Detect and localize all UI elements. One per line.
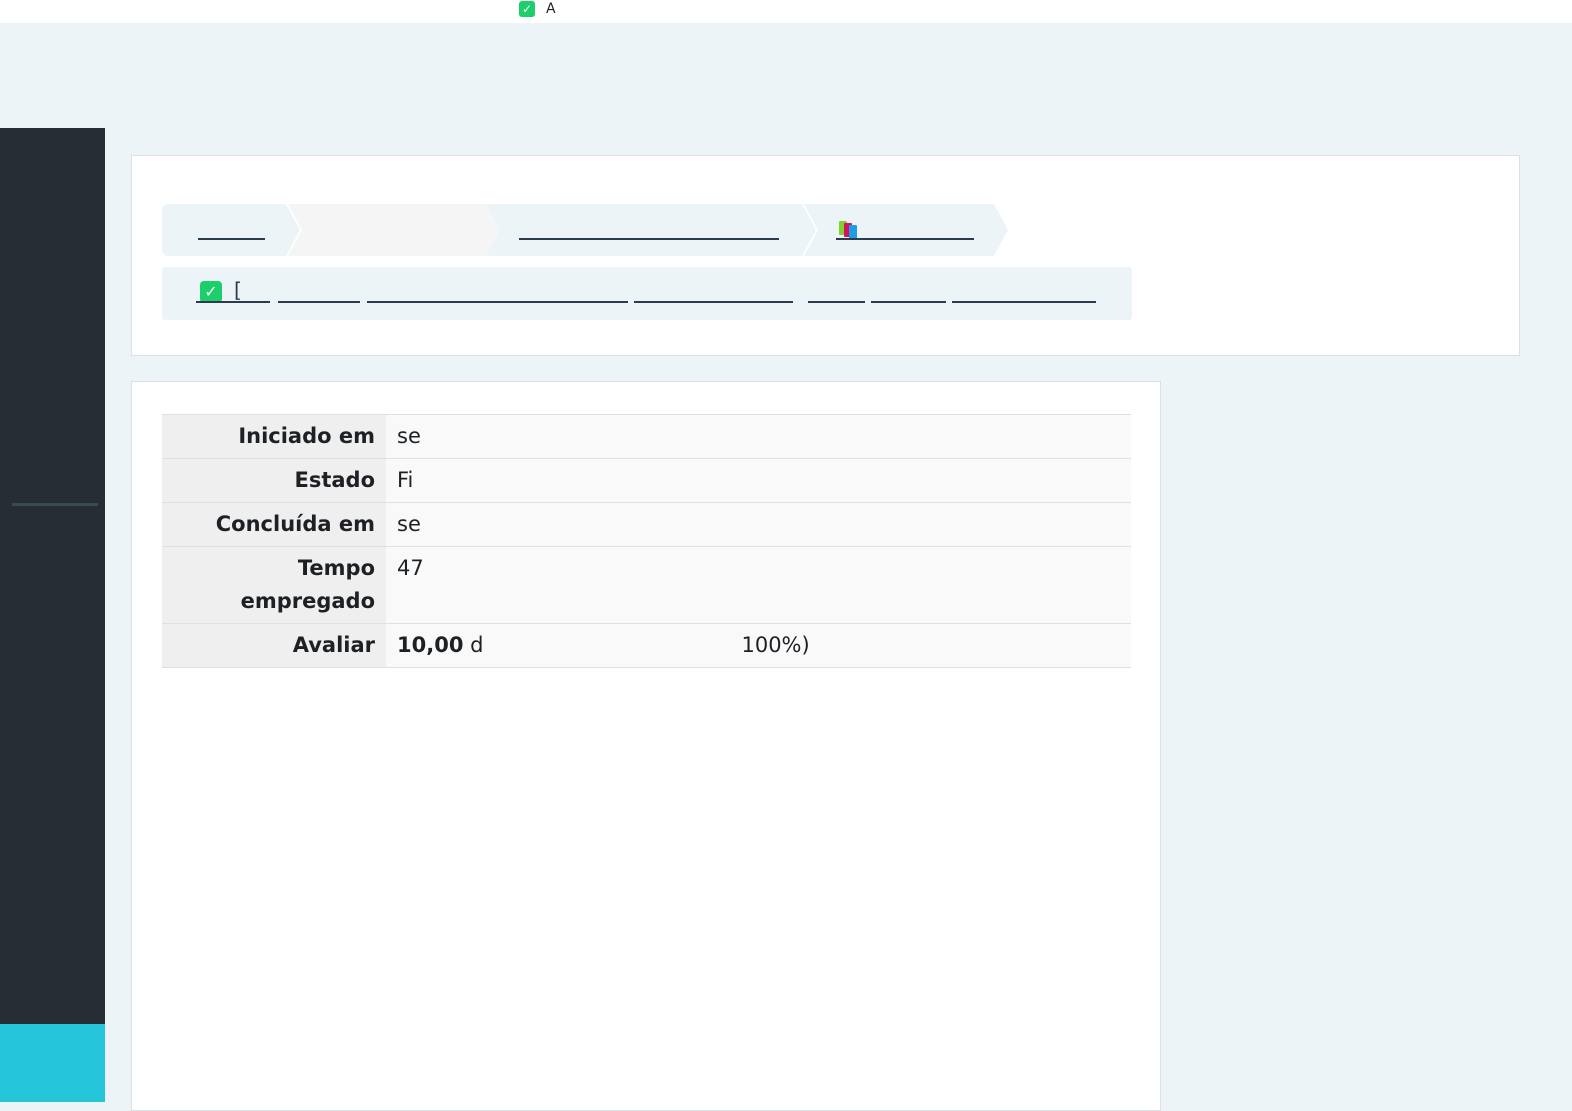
row-label: Iniciado em bbox=[162, 415, 386, 459]
sidebar bbox=[0, 128, 105, 1102]
header-card: ✓ [ bbox=[131, 155, 1520, 356]
grade-suffix: d bbox=[470, 633, 483, 657]
link[interactable] bbox=[278, 301, 360, 303]
breadcrumb-item-4[interactable] bbox=[804, 204, 1008, 256]
table-row: EstadoFi bbox=[162, 459, 1131, 503]
grade-percent: 100%) bbox=[741, 633, 809, 657]
row-value: Fi bbox=[386, 459, 1131, 503]
top-bar: ✓ A bbox=[0, 0, 1572, 23]
breadcrumb-item-3[interactable] bbox=[486, 204, 816, 256]
row-value: se bbox=[386, 415, 1131, 459]
row-value: 47 bbox=[386, 547, 1131, 624]
attempt-summary-table: Iniciado emse EstadoFi Concluída emse Te… bbox=[162, 414, 1131, 668]
summary-card: Iniciado emse EstadoFi Concluída emse Te… bbox=[131, 381, 1161, 1111]
row-label: Tempo empregado bbox=[162, 547, 386, 624]
row-label: Avaliar bbox=[162, 624, 386, 668]
row-value: 10,00 d 100%) bbox=[386, 624, 1131, 668]
row-value: se bbox=[386, 503, 1131, 547]
books-icon bbox=[839, 221, 861, 239]
table-row: Iniciado emse bbox=[162, 415, 1131, 459]
row-label: Concluída em bbox=[162, 503, 386, 547]
link[interactable] bbox=[952, 301, 1096, 303]
completion-check-icon: ✓ bbox=[200, 281, 222, 303]
bracket: [ bbox=[234, 278, 242, 302]
table-row: Concluída emse bbox=[162, 503, 1131, 547]
link[interactable] bbox=[808, 301, 865, 303]
breadcrumb bbox=[162, 204, 1012, 256]
grade-value: 10,00 bbox=[397, 633, 463, 657]
breadcrumb-item-2[interactable] bbox=[288, 204, 500, 256]
activity-title-bar: ✓ [ bbox=[162, 267, 1132, 320]
top-bar-label: A bbox=[546, 1, 556, 17]
link[interactable] bbox=[367, 301, 628, 303]
sidebar-divider bbox=[12, 503, 98, 506]
table-row: Tempo empregado47 bbox=[162, 547, 1131, 624]
link[interactable] bbox=[634, 301, 793, 303]
sidebar-footer[interactable] bbox=[0, 1024, 105, 1102]
checkbox-checked-icon[interactable]: ✓ bbox=[519, 1, 535, 17]
link[interactable] bbox=[871, 301, 946, 303]
breadcrumb-item-1[interactable] bbox=[162, 204, 300, 256]
table-row: Avaliar 10,00 d 100%) bbox=[162, 624, 1131, 668]
row-label: Estado bbox=[162, 459, 386, 503]
